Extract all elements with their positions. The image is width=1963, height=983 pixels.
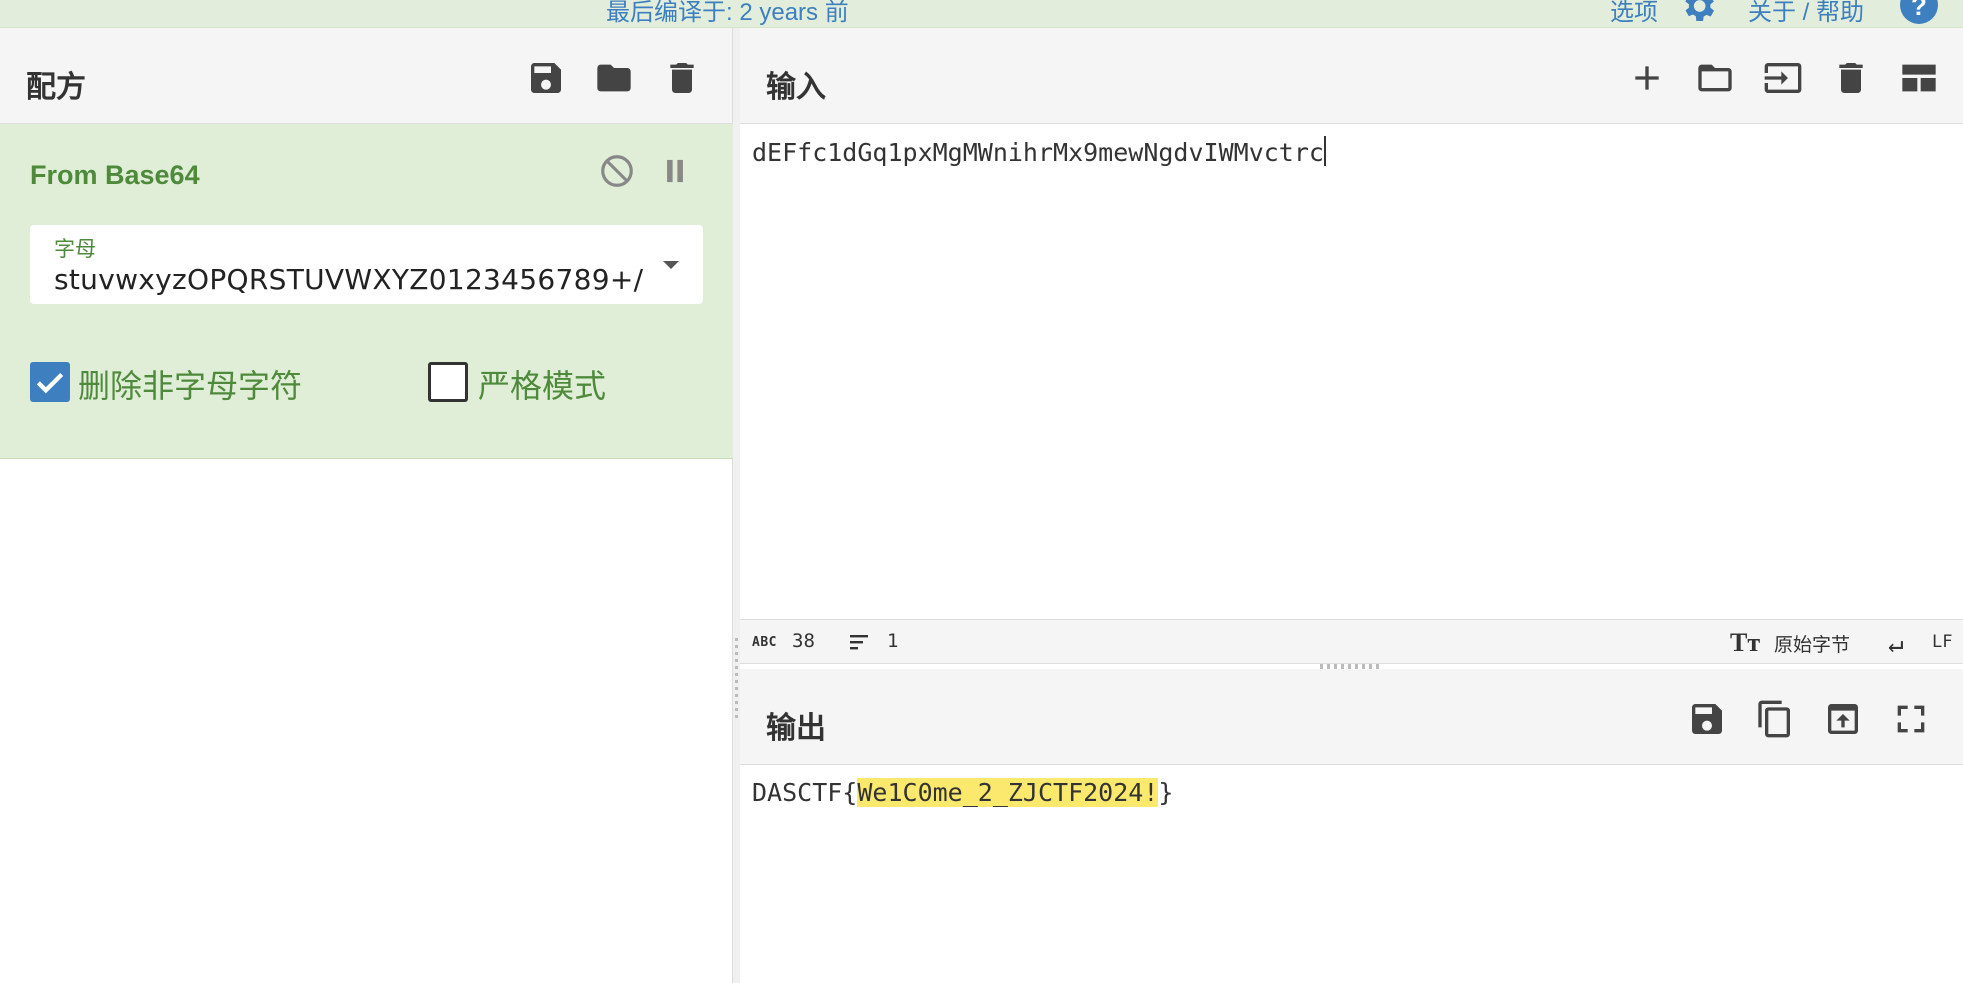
save-icon: [1692, 704, 1722, 734]
operation-from-base64[interactable]: From Base64 字母 stuvwxyzOPQRSTUVWXYZ01234…: [0, 124, 733, 459]
checkmark-icon: [36, 372, 64, 394]
io-panel: 输入 dEFfc1dGq1pxMgMWnihrMx9mewNgdvIWMvctr…: [740, 28, 1963, 983]
alphabet-label: 字母: [54, 238, 96, 261]
encoding-selector[interactable]: 原始字节: [1774, 630, 1850, 657]
top-banner: 最后编译于: 2 years 前 选项 关于 / 帮助 ?: [0, 0, 1963, 28]
clear-input-button[interactable]: [1829, 56, 1873, 100]
save-recipe-button[interactable]: [524, 56, 568, 100]
save-icon: [531, 63, 561, 93]
gear-icon[interactable]: [1678, 0, 1718, 26]
clear-recipe-button[interactable]: [660, 56, 704, 100]
input-header: 输入: [740, 28, 1963, 124]
input-arrow-icon: [1764, 63, 1802, 93]
copy-output-button[interactable]: [1753, 697, 1797, 741]
input-textarea[interactable]: dEFfc1dGq1pxMgMWnihrMx9mewNgdvIWMvctrc: [752, 136, 1326, 167]
alphabet-field[interactable]: 字母 stuvwxyzOPQRSTUVWXYZ0123456789+/: [30, 225, 703, 304]
upload-icon: [1828, 704, 1858, 734]
lines-icon: [850, 635, 868, 650]
output-suffix: }: [1158, 778, 1174, 807]
abc-icon: ABC: [752, 635, 777, 650]
input-length: 38: [792, 630, 815, 652]
save-output-button[interactable]: [1685, 697, 1729, 741]
strict-mode-checkbox[interactable]: [428, 362, 468, 402]
input-status-bar: ABC 38 1 Tт 原始字节 ↵ LF: [740, 619, 1963, 664]
breakpoint-icon[interactable]: [656, 152, 694, 190]
add-tab-button[interactable]: [1625, 56, 1669, 100]
layout-button[interactable]: [1897, 56, 1941, 100]
remove-non-alpha-checkbox[interactable]: [30, 362, 70, 402]
output-prefix: DASCTF{: [752, 778, 858, 807]
input-line-count: 1: [887, 630, 899, 652]
open-file-button[interactable]: [1693, 56, 1737, 100]
text-format-icon[interactable]: Tт: [1730, 628, 1760, 658]
chevron-down-icon[interactable]: [663, 261, 679, 269]
folder-icon: [597, 64, 631, 92]
copy-icon: [1758, 700, 1790, 738]
maximise-output-button[interactable]: [1889, 697, 1933, 741]
load-recipe-button[interactable]: [592, 56, 636, 100]
trash-icon: [670, 63, 694, 93]
operation-title: From Base64: [30, 160, 200, 190]
folder-open-icon: [1698, 64, 1732, 92]
alphabet-value: stuvwxyzOPQRSTUVWXYZ0123456789+/: [54, 263, 644, 296]
eol-selector[interactable]: LF: [1932, 632, 1952, 652]
input-title: 输入: [766, 71, 826, 104]
options-link[interactable]: 选项: [1610, 0, 1658, 27]
output-text[interactable]: DASCTF{We1C0me_2_ZJCTF2024!}: [752, 778, 1173, 807]
about-help-link[interactable]: 关于 / 帮助: [1748, 0, 1864, 27]
replace-input-button[interactable]: [1821, 697, 1865, 741]
recipe-panel: 配方 From Base64 字母 stuvwxyzOPQRSTUVWXYZ01…: [0, 28, 733, 983]
output-header: 输出: [740, 669, 1963, 765]
strict-mode-label[interactable]: 严格模式: [478, 361, 606, 407]
output-highlight: We1C0me_2_ZJCTF2024!: [857, 778, 1159, 807]
fullscreen-icon: [1897, 705, 1925, 733]
eol-icon[interactable]: ↵: [1888, 629, 1904, 659]
import-button[interactable]: [1761, 56, 1805, 100]
text-cursor: [1323, 136, 1326, 166]
column-splitter[interactable]: [733, 28, 740, 983]
recipe-header: 配方: [0, 28, 732, 124]
disable-icon[interactable]: [598, 152, 636, 190]
input-text: dEFfc1dGq1pxMgMWnihrMx9mewNgdvIWMvctrc: [752, 138, 1324, 167]
build-info: 最后编译于: 2 years 前: [606, 0, 849, 26]
recipe-title: 配方: [26, 71, 86, 104]
layout-icon: [1902, 64, 1936, 92]
plus-icon: [1635, 66, 1659, 90]
splitter-grip[interactable]: [735, 638, 738, 718]
trash-icon: [1839, 63, 1863, 93]
output-title: 输出: [766, 712, 826, 745]
help-icon[interactable]: ?: [1900, 0, 1938, 24]
remove-non-alpha-label[interactable]: 删除非字母字符: [78, 361, 302, 407]
